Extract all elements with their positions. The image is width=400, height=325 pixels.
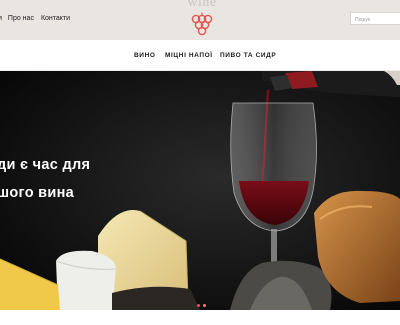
hero-headline-line-1: ди є час для <box>0 157 91 173</box>
carousel-dot-2[interactable] <box>203 304 206 307</box>
top-bar: и Про нас Контакти wine <box>0 0 400 40</box>
page-bottom-strip <box>0 310 400 325</box>
page: и Про нас Контакти wine ВИНО МІЦНІ НАП <box>0 0 400 325</box>
hero-banner[interactable]: ди є час для шого вина <box>0 71 400 310</box>
logo-wordmark: wine <box>187 0 217 10</box>
main-nav-wine[interactable]: ВИНО <box>134 52 156 59</box>
top-nav: и Про нас Контакти <box>0 15 70 22</box>
grapes-icon <box>191 12 213 36</box>
main-nav-spirits[interactable]: МІЦНІ НАПОЇ <box>165 52 213 59</box>
top-nav-link-contacts[interactable]: Контакти <box>41 15 70 22</box>
search-input[interactable] <box>350 12 400 25</box>
top-nav-link-about[interactable]: Про нас <box>8 15 34 22</box>
site-logo[interactable]: wine <box>183 0 221 40</box>
main-nav: ВИНО МІЦНІ НАПОЇ ПИВО ТА СИДР <box>0 40 400 71</box>
carousel-dot-1[interactable] <box>197 304 200 307</box>
carousel-dots <box>197 304 209 307</box>
hero-headline-line-2: шого вина <box>0 185 75 201</box>
main-nav-beer-cider[interactable]: ПИВО ТА СИДР <box>220 52 276 59</box>
top-nav-link-catalog[interactable]: и <box>0 15 2 22</box>
hero-headline: ди є час для шого вина <box>0 151 90 207</box>
